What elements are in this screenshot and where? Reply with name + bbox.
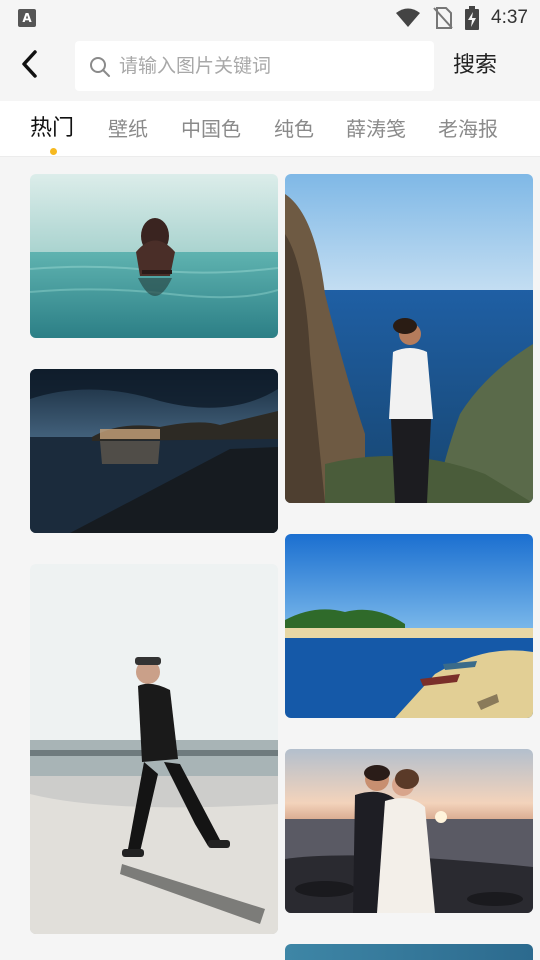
photo-village-by-lake[interactable]: [30, 369, 278, 533]
category-tab-bar: 热门 壁纸 中国色 纯色 薛涛笺 老海报: [0, 101, 540, 157]
back-button[interactable]: [12, 46, 48, 82]
status-time: 4:37: [491, 7, 528, 28]
search-box[interactable]: [75, 41, 434, 91]
photo-beach-lagoon[interactable]: [285, 534, 533, 718]
wifi-icon: [396, 8, 421, 27]
active-tab-indicator: [50, 148, 57, 155]
tab-xuetao-paper[interactable]: 薛涛笺: [346, 101, 406, 157]
tab-old-posters[interactable]: 老海报: [438, 101, 498, 157]
photo-couple-at-sunset[interactable]: [285, 749, 533, 913]
no-sim-icon: [433, 7, 453, 29]
back-arrow-icon: [22, 50, 37, 78]
search-input[interactable]: [119, 41, 419, 91]
status-icons: 4:37: [395, 6, 528, 30]
photo-woman-in-sea[interactable]: [30, 174, 278, 338]
photo-sea-partial[interactable]: [285, 944, 533, 960]
tab-chinese-colors[interactable]: 中国色: [181, 101, 241, 157]
battery-charging-icon: [465, 6, 480, 30]
tab-wallpaper[interactable]: 壁纸: [108, 101, 148, 157]
photo-man-walking[interactable]: [30, 564, 278, 934]
app-badge-label: A: [22, 11, 32, 25]
tab-solid-color[interactable]: 纯色: [274, 101, 314, 157]
search-button[interactable]: 搜索: [445, 41, 505, 91]
search-header: 搜索: [0, 36, 540, 100]
search-icon: [90, 57, 110, 77]
notification-a-icon: A: [18, 9, 36, 27]
status-bar: A 4:37: [0, 0, 540, 36]
photo-woman-on-cliff[interactable]: [285, 174, 533, 503]
